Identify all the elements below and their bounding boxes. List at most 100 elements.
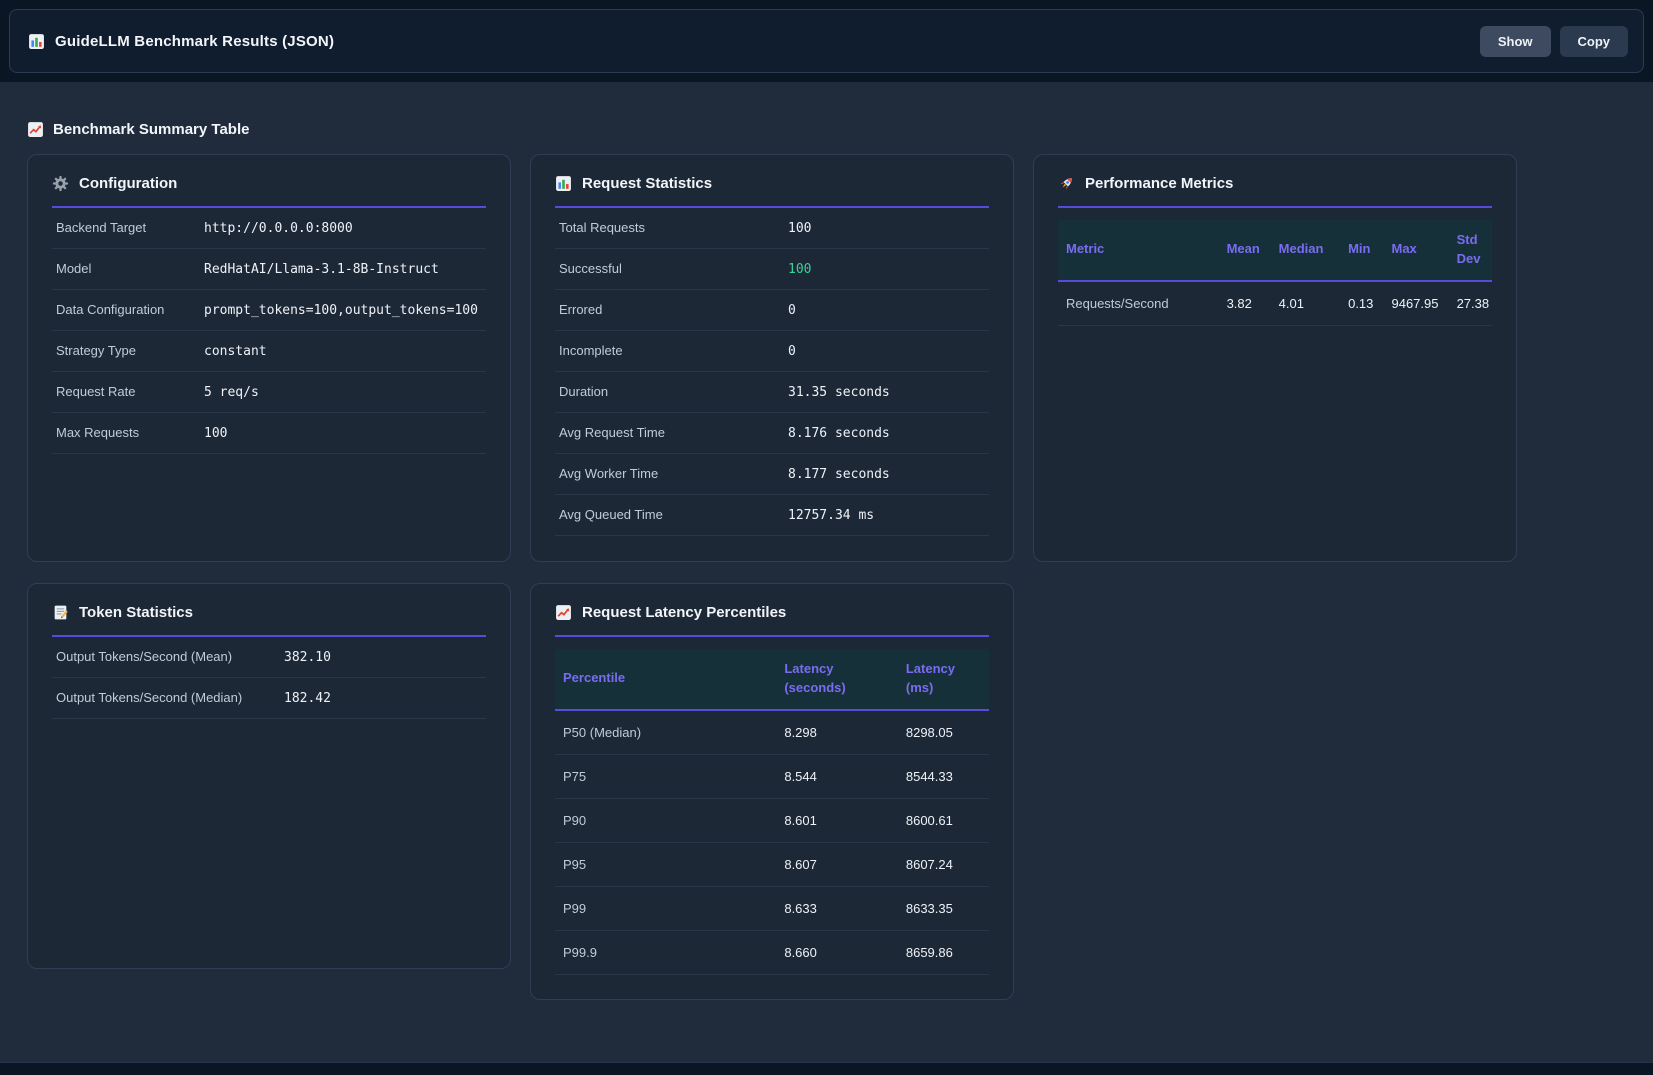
stat-label: Avg Queued Time xyxy=(559,507,788,522)
header-actions: Show Copy xyxy=(1480,26,1628,57)
col-mean: Mean xyxy=(1219,220,1271,281)
percentile-name: P99.9 xyxy=(555,930,776,974)
configuration-rows: Backend Target http://0.0.0.0:8000 Model… xyxy=(52,208,486,454)
bar-chart-icon xyxy=(28,33,45,50)
latency-ms: 8544.33 xyxy=(898,754,989,798)
stat-value: 0 xyxy=(788,344,796,359)
latency-seconds: 8.544 xyxy=(776,754,898,798)
performance-table-row: Requests/Second 3.82 4.01 0.13 9467.95 2… xyxy=(1058,281,1492,326)
latency-table-row: P50 (Median) 8.298 8298.05 xyxy=(555,710,989,755)
token-value: 182.42 xyxy=(284,691,331,706)
token-statistics-card-title: Token Statistics xyxy=(52,604,486,637)
performance-metrics-title: Performance Metrics xyxy=(1085,175,1233,192)
metric-std-dev: 27.38 xyxy=(1449,281,1492,326)
latency-ms: 8607.24 xyxy=(898,842,989,886)
performance-metrics-card-title: Performance Metrics xyxy=(1058,175,1492,208)
stat-row: Avg Worker Time 8.177 seconds xyxy=(555,454,989,495)
token-label: Output Tokens/Second (Median) xyxy=(56,690,284,705)
stat-row: Duration 31.35 seconds xyxy=(555,372,989,413)
config-value: http://0.0.0.0:8000 xyxy=(204,221,353,236)
chart-increasing-icon xyxy=(27,121,44,138)
config-label: Model xyxy=(56,261,204,276)
token-value: 382.10 xyxy=(284,650,331,665)
stat-row: Total Requests 100 xyxy=(555,208,989,249)
latency-ms: 8633.35 xyxy=(898,886,989,930)
stat-label: Incomplete xyxy=(559,343,788,358)
config-value: 5 req/s xyxy=(204,385,259,400)
stat-label: Total Requests xyxy=(559,220,788,235)
col-std-dev: Std Dev xyxy=(1449,220,1492,281)
config-value: 100 xyxy=(204,426,227,441)
config-row: Strategy Type constant xyxy=(52,331,486,372)
show-button[interactable]: Show xyxy=(1480,26,1551,57)
rocket-icon xyxy=(1058,175,1075,192)
configuration-card: Configuration Backend Target http://0.0.… xyxy=(27,154,511,562)
request-statistics-rows: Total Requests 100 Successful 100 Errore… xyxy=(555,208,989,536)
stat-label: Avg Request Time xyxy=(559,425,788,440)
configuration-card-title: Configuration xyxy=(52,175,486,208)
metric-min: 0.13 xyxy=(1340,281,1383,326)
latency-ms: 8600.61 xyxy=(898,798,989,842)
latency-ms: 8298.05 xyxy=(898,710,989,755)
percentile-name: P50 (Median) xyxy=(555,710,776,755)
config-row: Max Requests 100 xyxy=(52,413,486,454)
memo-icon xyxy=(52,604,69,621)
performance-metrics-card: Performance Metrics Metric Mean Median M… xyxy=(1033,154,1517,562)
percentile-name: P95 xyxy=(555,842,776,886)
stat-value: 31.35 seconds xyxy=(788,385,890,400)
config-label: Data Configuration xyxy=(56,302,204,317)
section-heading: Benchmark Summary Table xyxy=(27,121,1653,138)
token-statistics-rows: Output Tokens/Second (Mean) 382.10 Outpu… xyxy=(52,637,486,719)
page-bottom-strip xyxy=(0,1062,1653,1075)
latency-seconds: 8.607 xyxy=(776,842,898,886)
metric-max: 9467.95 xyxy=(1383,281,1448,326)
config-row: Model RedHatAI/Llama-3.1-8B-Instruct xyxy=(52,249,486,290)
stat-value: 12757.34 ms xyxy=(788,508,874,523)
latency-seconds: 8.660 xyxy=(776,930,898,974)
percentile-name: P90 xyxy=(555,798,776,842)
percentile-name: P75 xyxy=(555,754,776,798)
configuration-title: Configuration xyxy=(79,175,177,192)
latency-table-row: P99.9 8.660 8659.86 xyxy=(555,930,989,974)
config-value: prompt_tokens=100,output_tokens=100 xyxy=(204,303,478,318)
metric-median: 4.01 xyxy=(1271,281,1340,326)
latency-percentiles-table: Percentile Latency (seconds) Latency (ms… xyxy=(555,649,989,975)
stat-row: Avg Request Time 8.176 seconds xyxy=(555,413,989,454)
gear-icon xyxy=(52,175,69,192)
col-metric: Metric xyxy=(1058,220,1219,281)
request-statistics-card: Request Statistics Total Requests 100 Su… xyxy=(530,154,1014,562)
summary-grid: Configuration Backend Target http://0.0.… xyxy=(27,154,1626,1000)
chart-increasing-icon xyxy=(555,604,572,621)
stat-label: Errored xyxy=(559,302,788,317)
latency-ms: 8659.86 xyxy=(898,930,989,974)
stat-value: 0 xyxy=(788,303,796,318)
token-statistics-card: Token Statistics Output Tokens/Second (M… xyxy=(27,583,511,969)
col-max: Max xyxy=(1383,220,1448,281)
config-row: Backend Target http://0.0.0.0:8000 xyxy=(52,208,486,249)
latency-seconds: 8.298 xyxy=(776,710,898,755)
stat-label: Successful xyxy=(559,261,788,276)
stat-value-success: 100 xyxy=(788,262,811,277)
config-value: RedHatAI/Llama-3.1-8B-Instruct xyxy=(204,262,439,277)
results-header: GuideLLM Benchmark Results (JSON) Show C… xyxy=(9,9,1644,73)
stat-value: 8.177 seconds xyxy=(788,467,890,482)
config-row: Data Configuration prompt_tokens=100,out… xyxy=(52,290,486,331)
request-statistics-card-title: Request Statistics xyxy=(555,175,989,208)
config-row: Request Rate 5 req/s xyxy=(52,372,486,413)
token-statistics-title: Token Statistics xyxy=(79,604,193,621)
top-strip: GuideLLM Benchmark Results (JSON) Show C… xyxy=(0,0,1653,82)
percentile-name: P99 xyxy=(555,886,776,930)
page-title: GuideLLM Benchmark Results (JSON) xyxy=(55,33,334,50)
stat-label: Avg Worker Time xyxy=(559,466,788,481)
stat-label: Duration xyxy=(559,384,788,399)
config-label: Backend Target xyxy=(56,220,204,235)
token-label: Output Tokens/Second (Mean) xyxy=(56,649,284,664)
stat-row: Successful 100 xyxy=(555,249,989,290)
latency-table-row: P95 8.607 8607.24 xyxy=(555,842,989,886)
stat-row: Avg Queued Time 12757.34 ms xyxy=(555,495,989,536)
latency-percentiles-card-title: Request Latency Percentiles xyxy=(555,604,989,637)
latency-table-row: P99 8.633 8633.35 xyxy=(555,886,989,930)
col-median: Median xyxy=(1271,220,1340,281)
copy-button[interactable]: Copy xyxy=(1560,26,1629,57)
latency-percentiles-card: Request Latency Percentiles Percentile L… xyxy=(530,583,1014,1000)
